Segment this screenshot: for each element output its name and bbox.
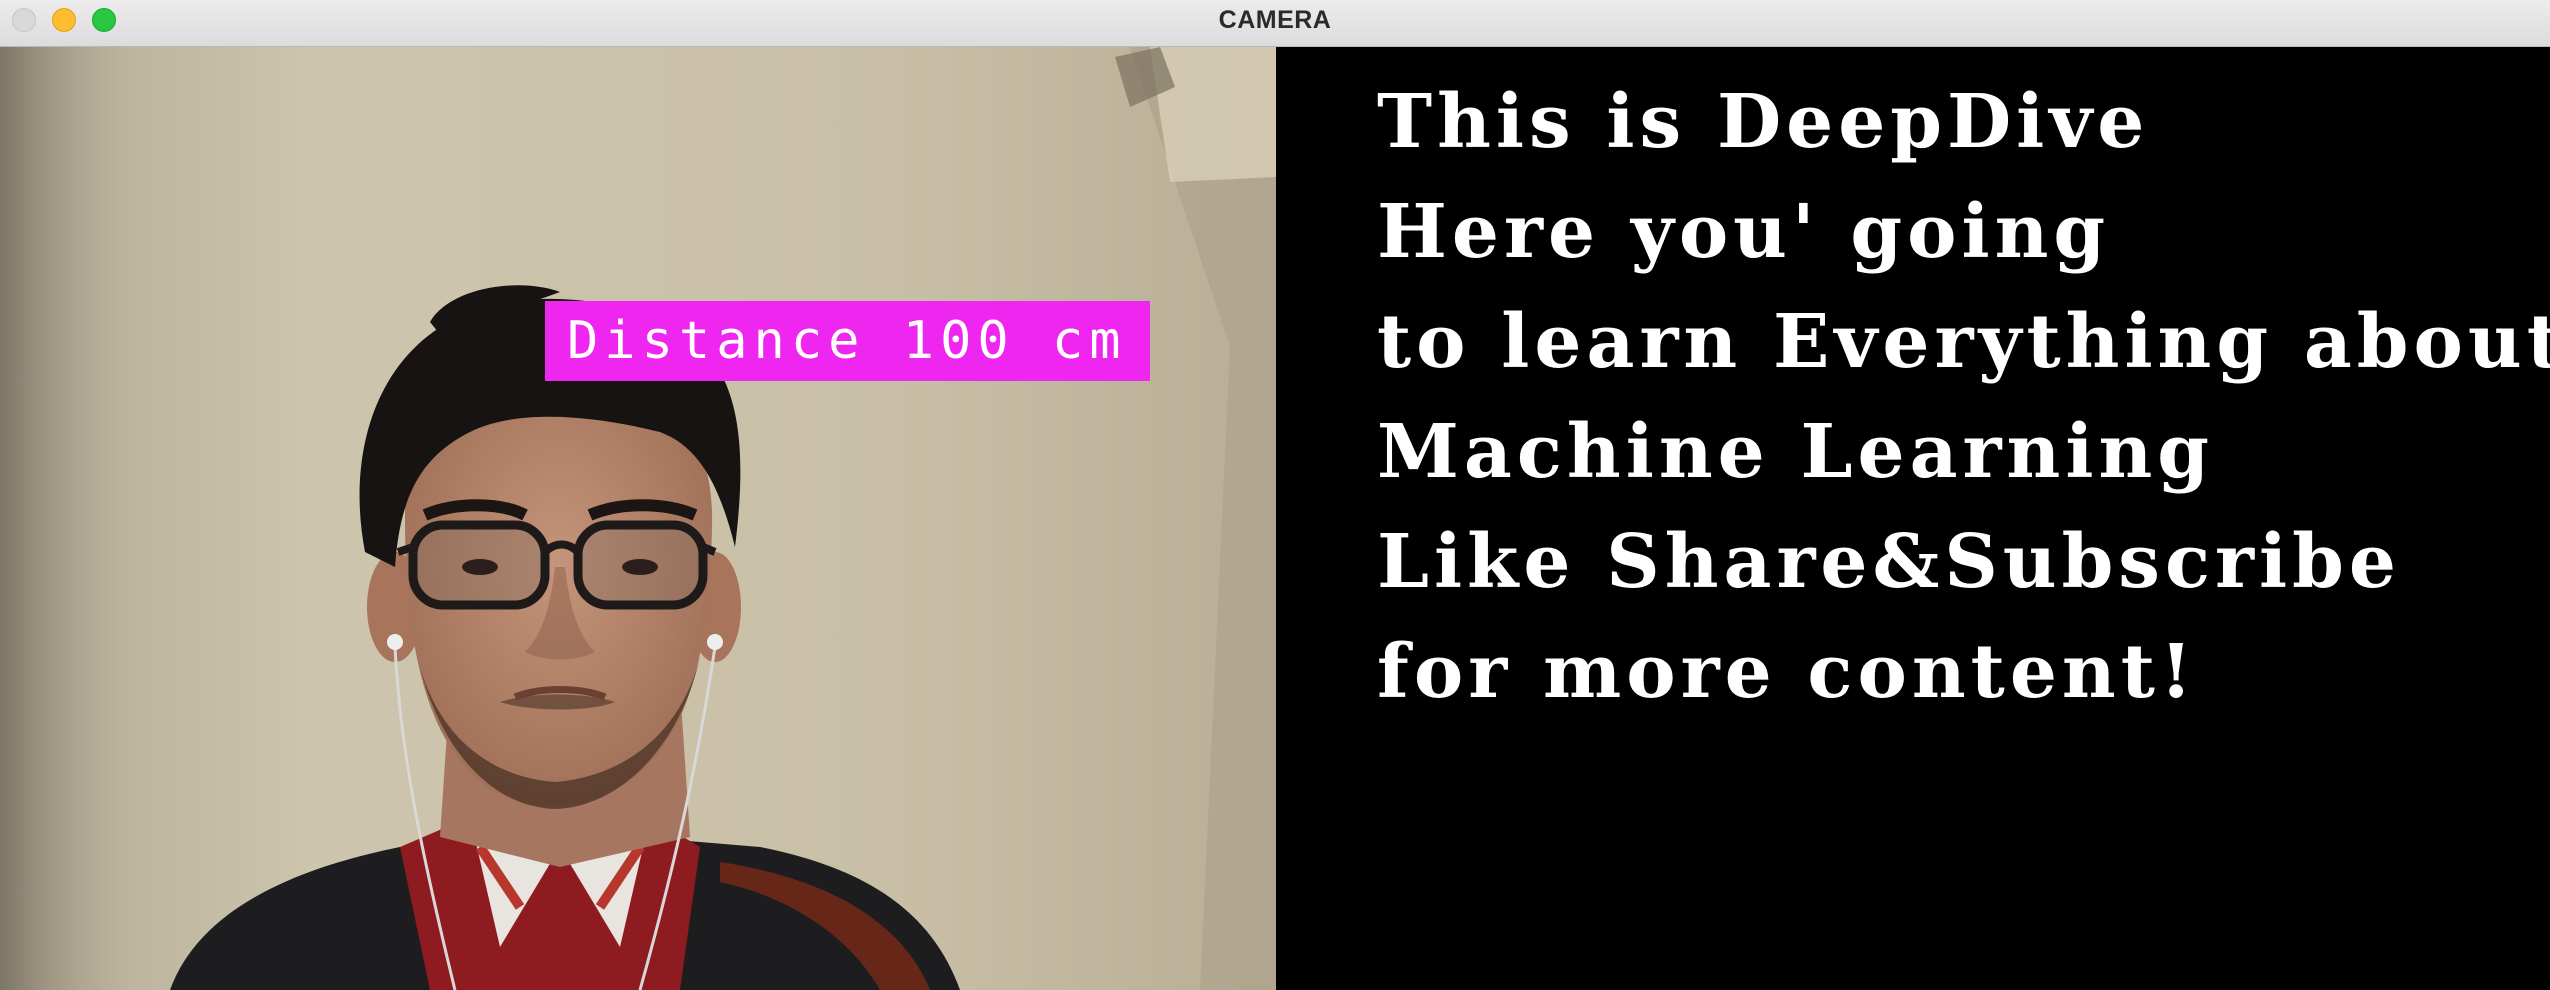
distance-overlay-label: Distance 100 cm <box>545 301 1150 381</box>
text-panel: This is DeepDive Here you' going to lear… <box>1276 47 2550 990</box>
text-line: for more content! <box>1377 629 2198 715</box>
camera-image <box>0 47 1276 990</box>
text-line: Machine Learning <box>1377 409 2214 495</box>
text-line: This is DeepDive <box>1377 79 2150 165</box>
window-title: CAMERA <box>1218 6 1332 34</box>
text-line: to learn Everything about <box>1377 299 2550 385</box>
text-line: Like Share&Subscribe <box>1377 519 2401 605</box>
camera-window: CAMERA Distance 100 cm This is DeepDive … <box>0 0 2550 990</box>
text-line: Here you' going <box>1377 189 2111 275</box>
title-bar[interactable]: CAMERA <box>0 0 2550 47</box>
camera-feed: Distance 100 cm <box>0 47 1276 990</box>
